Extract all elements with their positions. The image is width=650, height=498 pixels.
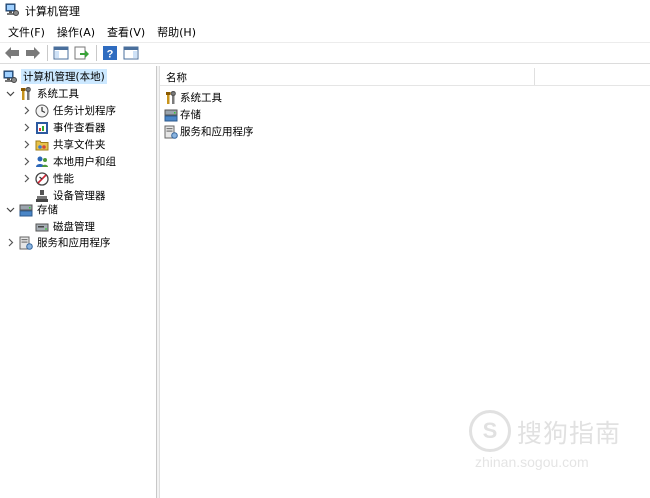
tools-icon: [19, 86, 33, 101]
list-item-label: 存储: [180, 109, 201, 121]
forward-button[interactable]: [24, 44, 42, 62]
export-list-icon: [74, 46, 89, 60]
users-icon: [35, 155, 49, 169]
list-item-storage[interactable]: 存储: [164, 106, 201, 123]
console-tree: 计算机管理(本地) 系统工具 任务计划程序 事件查看器 共享文件夹 本地用户和组…: [0, 66, 157, 498]
computer-management-icon: [3, 70, 17, 84]
help-button[interactable]: ?: [101, 44, 119, 62]
tree-item-label: 系统工具: [37, 88, 79, 100]
list-item-system-tools[interactable]: 系统工具: [164, 89, 222, 106]
menu-help[interactable]: 帮助(H): [151, 24, 202, 42]
chevron-right-icon[interactable]: [20, 105, 32, 117]
watermark-url: zhinan.sogou.com: [475, 454, 589, 470]
watermark-logo: S: [469, 410, 511, 452]
chevron-down-icon[interactable]: [4, 204, 16, 216]
menu-bar: 文件(F) 操作(A) 查看(V) 帮助(H): [0, 24, 650, 42]
tree-item-label: 性能: [53, 173, 74, 185]
tree-item-disk-management[interactable]: 磁盘管理: [35, 218, 95, 235]
column-separator[interactable]: [534, 68, 535, 85]
toolbar-separator: [47, 45, 48, 61]
tree-item-label: 存储: [37, 204, 58, 216]
back-arrow-icon: [5, 47, 19, 59]
event-viewer-icon: [35, 121, 49, 135]
services-icon: [19, 236, 33, 250]
chevron-right-icon[interactable]: [20, 139, 32, 151]
list-item-label: 服务和应用程序: [180, 126, 254, 138]
list-item-label: 系统工具: [180, 92, 222, 104]
chevron-right-icon[interactable]: [20, 173, 32, 185]
column-header: 名称: [160, 66, 650, 86]
list-item-services-applications[interactable]: 服务和应用程序: [164, 123, 254, 140]
tree-item-label: 设备管理器: [53, 190, 106, 202]
chevron-right-icon[interactable]: [20, 122, 32, 134]
performance-icon: [35, 171, 49, 186]
clock-icon: [35, 104, 49, 118]
toolbar: ?: [0, 42, 650, 64]
storage-icon: [164, 108, 178, 122]
window-title: 计算机管理: [25, 5, 80, 18]
menu-action[interactable]: 操作(A): [51, 24, 101, 42]
chevron-down-icon[interactable]: [4, 88, 16, 100]
tree-item-label: 服务和应用程序: [37, 237, 111, 249]
show-hide-tree-icon: [53, 46, 69, 60]
tree-item-event-viewer[interactable]: 事件查看器: [20, 119, 106, 136]
tree-item-shared-folders[interactable]: 共享文件夹: [20, 136, 106, 153]
show-hide-tree-button[interactable]: [52, 44, 70, 62]
tree-item-label: 事件查看器: [53, 122, 106, 134]
title-bar: 计算机管理: [0, 0, 650, 22]
tree-item-label: 计算机管理(本地): [21, 69, 107, 84]
computer-management-icon: [5, 3, 19, 20]
back-button[interactable]: [3, 44, 21, 62]
export-list-button[interactable]: [73, 44, 91, 62]
column-header-name[interactable]: 名称: [166, 70, 187, 85]
menu-file[interactable]: 文件(F): [2, 24, 51, 42]
tree-item-label: 任务计划程序: [53, 105, 116, 117]
tree-item-task-scheduler[interactable]: 任务计划程序: [20, 102, 116, 119]
svg-text:?: ?: [107, 49, 114, 61]
tree-item-performance[interactable]: 性能: [20, 170, 74, 187]
tree-item-label: 磁盘管理: [53, 221, 95, 233]
storage-icon: [19, 203, 33, 217]
tree-item-computer-management-local[interactable]: 计算机管理(本地): [3, 68, 107, 85]
disk-icon: [35, 220, 49, 234]
show-action-pane-button[interactable]: [122, 44, 140, 62]
show-action-pane-icon: [123, 46, 139, 60]
services-icon: [164, 125, 178, 139]
toolbar-separator: [96, 45, 97, 61]
watermark-text: 搜狗指南: [517, 419, 622, 448]
watermark: S 搜狗指南 zhinan.sogou.com: [465, 408, 645, 478]
chevron-right-icon[interactable]: [4, 237, 16, 249]
tree-item-local-users-groups[interactable]: 本地用户和组: [20, 153, 116, 170]
tree-item-system-tools[interactable]: 系统工具: [4, 85, 79, 102]
help-icon: ?: [103, 46, 117, 61]
menu-view[interactable]: 查看(V): [101, 24, 151, 42]
tree-item-storage[interactable]: 存储: [4, 201, 58, 218]
tree-item-label: 共享文件夹: [53, 139, 106, 151]
shared-folder-icon: [35, 138, 49, 152]
tree-item-label: 本地用户和组: [53, 156, 116, 168]
tools-icon: [164, 90, 178, 105]
tree-item-services-applications[interactable]: 服务和应用程序: [4, 234, 111, 251]
chevron-right-icon[interactable]: [20, 156, 32, 168]
forward-arrow-icon: [26, 47, 40, 59]
